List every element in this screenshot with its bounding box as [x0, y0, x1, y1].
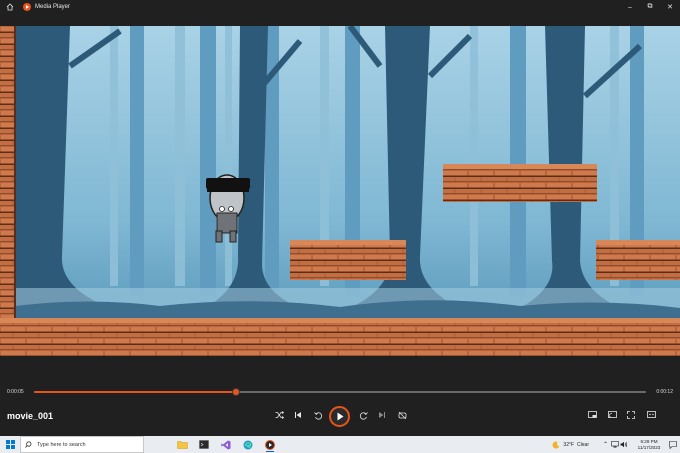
forward-30-button[interactable]: [355, 408, 371, 422]
file-name: movie_001: [7, 411, 54, 421]
play-icon: [337, 412, 343, 421]
previous-icon: [295, 412, 301, 418]
system-tray: 32°F Clear ⌃ 6:28 PM 11/17/2023: [552, 436, 680, 453]
miniplayer-icon: [587, 411, 597, 418]
pinned-apps: [171, 436, 281, 453]
seek-bar-progress: [34, 391, 236, 393]
next-button[interactable]: [374, 408, 390, 422]
media-player-icon: [265, 439, 275, 450]
taskbar-clock[interactable]: 6:28 PM 11/17/2023: [632, 439, 666, 451]
more-icon: [646, 411, 656, 418]
current-time: 0:00:05: [7, 389, 24, 395]
windows-logo-icon: [5, 440, 15, 449]
network-button[interactable]: [610, 436, 619, 453]
search-placeholder: Type here to search: [37, 441, 86, 448]
restore-icon: ⧉: [647, 3, 653, 10]
edge-button[interactable]: [237, 436, 259, 453]
rewind-10-button[interactable]: [310, 408, 326, 422]
miniplayer-button[interactable]: [584, 408, 600, 422]
media-player-taskbar-button[interactable]: [259, 436, 281, 453]
file-explorer-button[interactable]: [171, 436, 193, 453]
file-explorer-icon: [176, 441, 188, 449]
player-controls: 0:00:05 0:00:12 movie_001: [0, 382, 680, 436]
home-button[interactable]: [0, 0, 20, 14]
shuffle-icon: [275, 411, 284, 419]
terminal-icon: [199, 440, 209, 449]
home-icon: [6, 3, 14, 11]
seek-bar-thumb[interactable]: [231, 388, 240, 396]
windows-taskbar: Type here to search 32°F Clear ⌃ 6:28 PM…: [0, 436, 680, 453]
clock-date: 11/17/2023: [637, 444, 661, 450]
next-icon: [379, 412, 385, 418]
cast-icon: [607, 411, 617, 419]
notification-icon: [669, 440, 677, 449]
forward-30-icon: [359, 411, 368, 420]
repeat-off-icon: [398, 411, 406, 419]
show-hidden-icons-button[interactable]: ⌃: [601, 436, 610, 453]
rewind-10-icon: [313, 411, 322, 420]
previous-button[interactable]: [290, 408, 306, 422]
minimize-button[interactable]: –: [620, 0, 640, 14]
weather-description: Clear: [577, 441, 589, 448]
more-options-button[interactable]: [643, 408, 659, 422]
close-icon: ✕: [667, 4, 673, 11]
volume-icon: [620, 441, 627, 448]
visual-studio-icon: [221, 440, 231, 449]
edge-icon: [243, 440, 253, 449]
title-bar: Media Player – ⧉ ✕: [0, 0, 680, 14]
play-button[interactable]: [329, 406, 350, 427]
video-frame[interactable]: [0, 26, 680, 356]
game-scene-image: [0, 26, 680, 356]
fullscreen-icon: [627, 411, 635, 419]
visual-studio-button[interactable]: [215, 436, 237, 453]
minimize-icon: –: [628, 3, 632, 11]
start-button[interactable]: [0, 436, 20, 453]
shuffle-button[interactable]: [271, 408, 287, 422]
terminal-button[interactable]: [193, 436, 215, 453]
repeat-button[interactable]: [394, 408, 410, 422]
notifications-button[interactable]: [666, 436, 680, 453]
chevron-up-icon: ⌃: [602, 442, 609, 448]
window-title: Media Player: [35, 4, 71, 10]
seek-bar[interactable]: [34, 388, 646, 396]
taskbar-search-box[interactable]: Type here to search: [20, 436, 144, 453]
search-icon: [25, 441, 32, 448]
weather-widget[interactable]: 32°F Clear: [552, 440, 589, 449]
media-player-app-icon: [23, 3, 31, 11]
media-player-window: Media Player – ⧉ ✕ 0:00:05 0:00:12 movie…: [0, 0, 680, 436]
volume-button[interactable]: [619, 436, 628, 453]
close-button[interactable]: ✕: [660, 0, 680, 14]
network-icon: [610, 441, 619, 448]
moon-icon: [552, 440, 560, 448]
maximize-button[interactable]: ⧉: [640, 0, 660, 14]
duration-time: 0:00:12: [656, 389, 673, 395]
fullscreen-button[interactable]: [623, 408, 639, 422]
weather-temperature: 32°F: [563, 441, 575, 448]
cast-button[interactable]: [604, 408, 620, 422]
